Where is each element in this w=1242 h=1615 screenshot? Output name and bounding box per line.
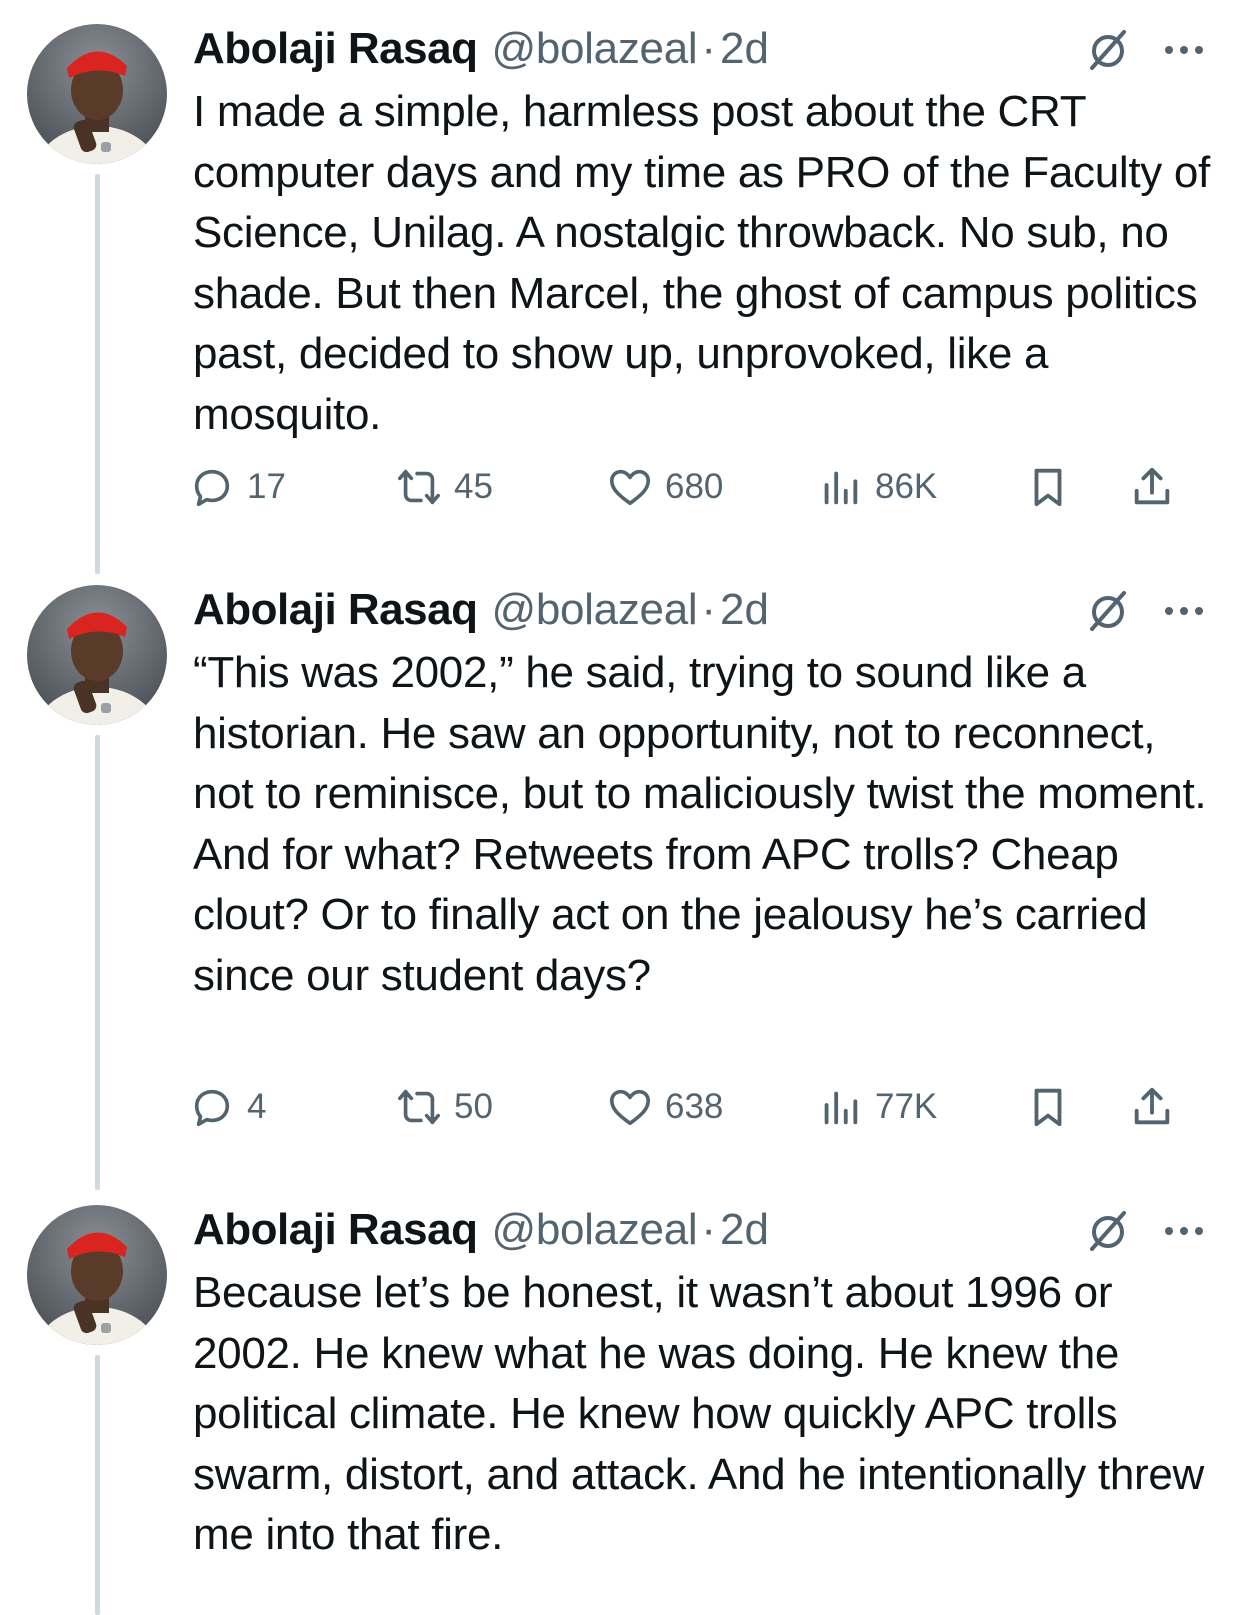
tweet-content: Abolaji Rasaq @bolazeal · 2d I made a si…: [193, 24, 1213, 507]
like-count: 680: [665, 467, 724, 506]
avatar[interactable]: [27, 585, 167, 725]
retweet-icon: [398, 1089, 440, 1125]
retweet-icon: [398, 469, 440, 505]
share-icon[interactable]: [1129, 1084, 1175, 1130]
views-icon: [824, 471, 858, 505]
avatar[interactable]: [27, 1205, 167, 1345]
separator-dot: ·: [701, 24, 716, 73]
avatar[interactable]: [27, 24, 167, 164]
tweet-text: “This was 2002,” he said, trying to soun…: [193, 648, 1207, 1000]
tweet-text: Because let’s be honest, it wasn’t about…: [193, 1268, 1204, 1559]
thread-connector-line: [95, 1355, 100, 1615]
views-icon: [824, 1091, 858, 1125]
grok-icon[interactable]: [1086, 28, 1130, 72]
reply-count: 4: [247, 1087, 267, 1126]
tweet-content: Abolaji Rasaq @bolazeal · 2d Because let…: [193, 1205, 1213, 1566]
like-count: 638: [665, 1087, 724, 1126]
like-icon: [609, 469, 651, 506]
like-icon: [609, 1089, 651, 1126]
retweet-button[interactable]: 50: [396, 1082, 493, 1132]
tweet-header: Abolaji Rasaq @bolazeal · 2d: [193, 585, 1213, 635]
reply-button[interactable]: 17: [189, 462, 286, 512]
more-options-icon[interactable]: [1159, 599, 1209, 623]
views-count: 77K: [875, 1087, 938, 1126]
avatar-column: [27, 1205, 167, 1345]
timestamp[interactable]: 2d: [720, 1205, 769, 1255]
tweet-actions: 17 45 680 86K: [193, 462, 1203, 512]
retweet-count: 50: [454, 1087, 493, 1126]
author-handle[interactable]: @bolazeal: [491, 1205, 697, 1255]
author-handle[interactable]: @bolazeal: [491, 24, 697, 74]
timestamp[interactable]: 2d: [720, 24, 769, 74]
grok-icon[interactable]: [1086, 1209, 1130, 1253]
more-options-icon[interactable]: [1159, 38, 1209, 62]
views-button[interactable]: 77K: [817, 1082, 937, 1132]
views-count: 86K: [875, 467, 938, 506]
reply-icon: [194, 469, 230, 507]
separator-dot: ·: [701, 585, 716, 634]
bookmark-icon[interactable]: [1025, 1084, 1071, 1130]
tweet-actions: 4 50 638 77K: [193, 1082, 1203, 1132]
author-name[interactable]: Abolaji Rasaq: [193, 585, 478, 635]
avatar-column: [27, 585, 167, 725]
author-handle[interactable]: @bolazeal: [491, 585, 697, 635]
more-options-icon[interactable]: [1159, 1219, 1209, 1243]
views-button[interactable]: 86K: [817, 462, 937, 512]
author-name[interactable]: Abolaji Rasaq: [193, 24, 478, 74]
tweet-thread: Abolaji Rasaq @bolazeal · 2d I made a si…: [0, 0, 1242, 1615]
retweet-button[interactable]: 45: [396, 462, 493, 512]
author-name[interactable]: Abolaji Rasaq: [193, 1205, 478, 1255]
avatar-column: [27, 24, 167, 164]
reply-icon: [194, 1089, 230, 1127]
reply-button[interactable]: 4: [189, 1082, 266, 1132]
like-button[interactable]: 638: [607, 1082, 723, 1132]
bookmark-icon[interactable]: [1025, 464, 1071, 510]
grok-icon[interactable]: [1086, 589, 1130, 633]
tweet-header: Abolaji Rasaq @bolazeal · 2d: [193, 24, 1213, 74]
share-icon[interactable]: [1129, 464, 1175, 510]
like-button[interactable]: 680: [607, 462, 723, 512]
reply-count: 17: [247, 467, 286, 506]
tweet-header: Abolaji Rasaq @bolazeal · 2d: [193, 1205, 1213, 1255]
tweet-text: I made a simple, harmless post about the…: [193, 87, 1210, 439]
timestamp[interactable]: 2d: [720, 585, 769, 635]
thread-connector-line: [95, 735, 100, 1190]
tweet-content: Abolaji Rasaq @bolazeal · 2d “This was 2…: [193, 585, 1213, 1127]
thread-connector-line: [95, 174, 100, 574]
separator-dot: ·: [701, 1205, 716, 1254]
retweet-count: 45: [454, 467, 493, 506]
